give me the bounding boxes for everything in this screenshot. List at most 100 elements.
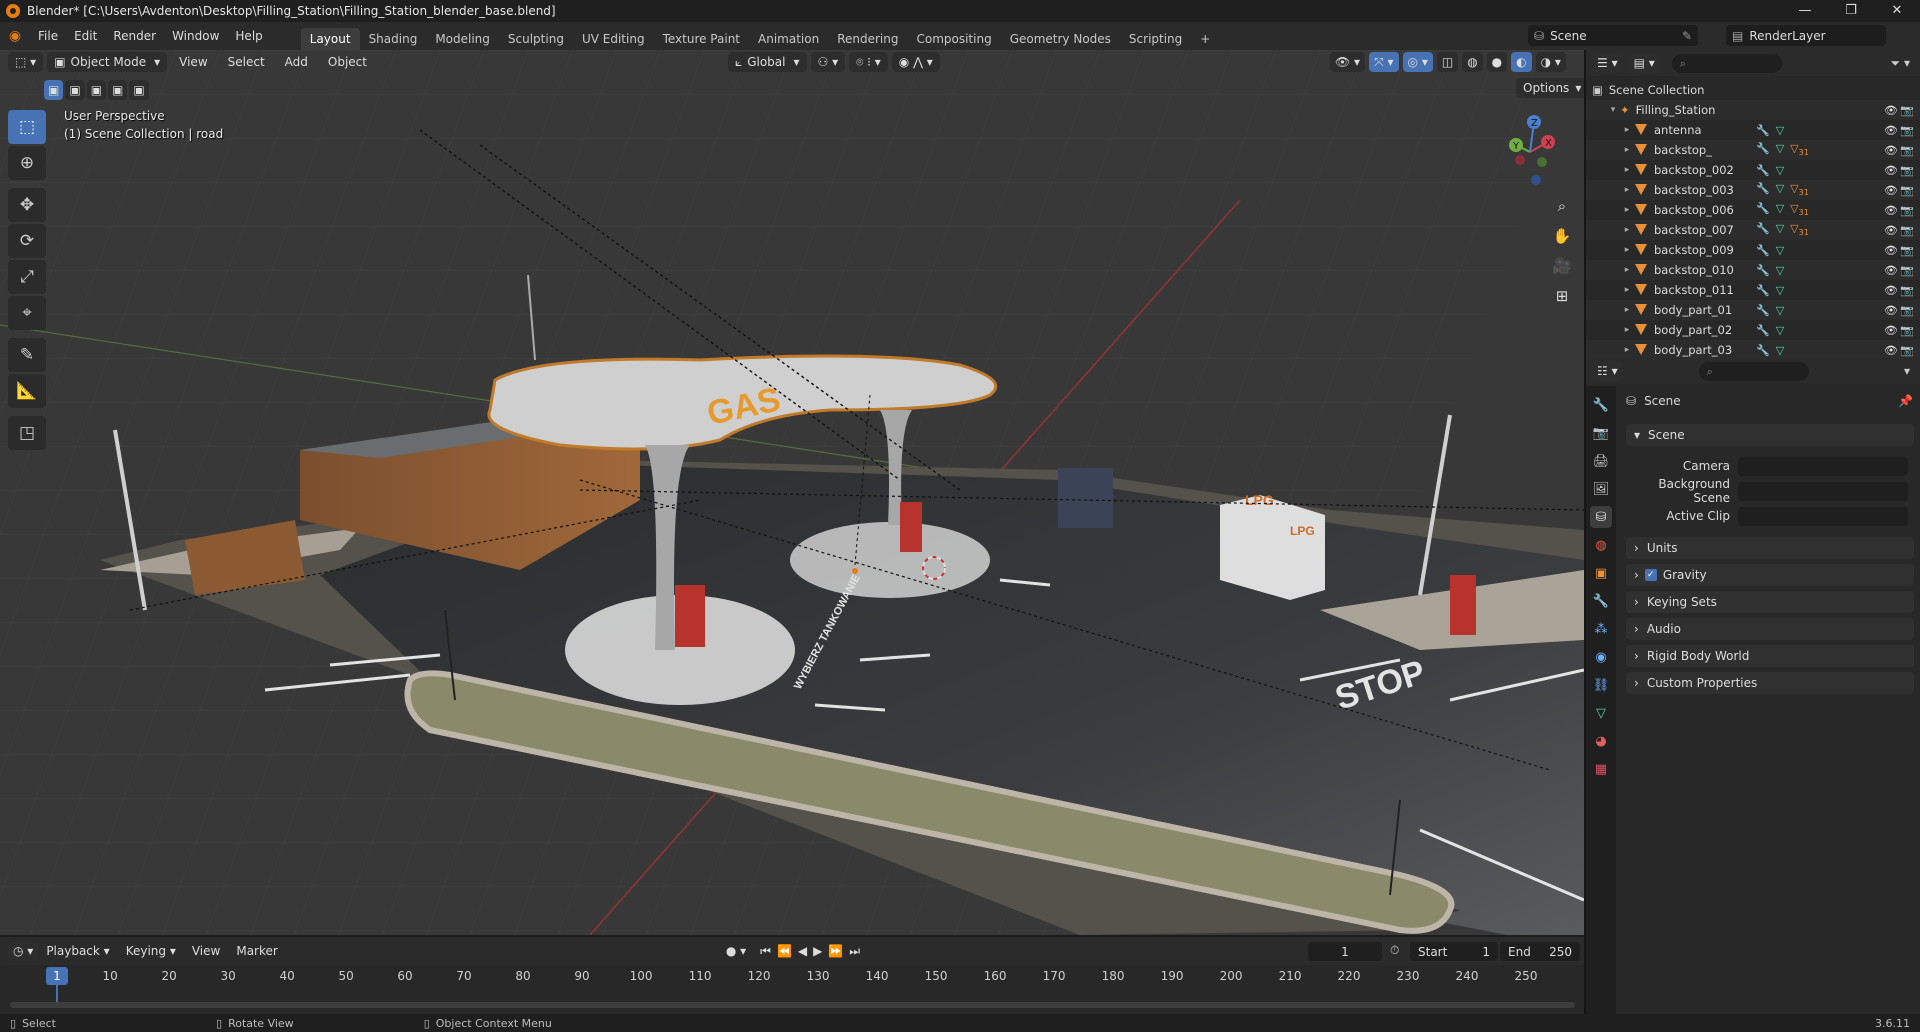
render-camera-icon[interactable]: 📷 (1900, 344, 1914, 357)
rotate-tool-icon[interactable]: ⟳ (8, 224, 46, 258)
background-scene-field[interactable] (1738, 481, 1908, 501)
mesh-data-icon[interactable]: ▽ (1776, 142, 1784, 157)
render-camera-icon[interactable]: 📷 (1900, 164, 1914, 177)
outliner-item[interactable]: ▸ antenna 🔧 ▽ 👁 📷 (1586, 120, 1920, 140)
modifier-wrench-icon[interactable]: 🔧 (1756, 222, 1770, 237)
expand-icon[interactable]: ▸ (1620, 165, 1634, 175)
view-layer-selector[interactable]: ▤ RenderLayer (1726, 25, 1886, 46)
render-camera-icon[interactable]: 📷 (1900, 204, 1914, 217)
menu-file[interactable]: File (30, 22, 66, 50)
modifier-wrench-icon[interactable]: 🔧 (1756, 164, 1770, 177)
outliner-item[interactable]: ▸ backstop_009 🔧 ▽ 👁 📷 (1586, 240, 1920, 260)
visibility-eye-icon[interactable]: 👁 (1884, 144, 1898, 157)
outliner-item[interactable]: ▸ body_part_01 🔧 ▽ 👁 📷 (1586, 300, 1920, 320)
properties-search-input[interactable]: ⌕ (1698, 361, 1809, 381)
scene-selector[interactable]: ⛁ Scene ✎ (1528, 25, 1698, 46)
material-tab-icon[interactable]: ◕ (1590, 730, 1612, 752)
mesh-data-icon[interactable]: ▽ (1776, 304, 1784, 317)
expand-icon[interactable]: ▸ (1620, 305, 1634, 315)
timeline-scrollbar[interactable] (10, 1002, 1575, 1008)
outliner-item[interactable]: ▸ body_part_02 🔧 ▽ 👁 📷 (1586, 320, 1920, 340)
mesh-data-icon[interactable]: ▽ (1776, 324, 1784, 337)
scene-panel-header[interactable]: ▾ Scene (1626, 424, 1914, 446)
object-mode-dropdown[interactable]: ▣ Object Mode ▾ (47, 52, 168, 72)
expand-icon[interactable]: ▸ (1620, 285, 1634, 295)
menu-playback[interactable]: Playback ▾ (38, 941, 117, 961)
select-intersect-icon[interactable]: ▣ (129, 80, 149, 100)
material-shading-icon[interactable]: ◐ (1511, 52, 1532, 72)
blender-menu-icon[interactable]: ◉ (0, 28, 30, 44)
modifier-wrench-icon[interactable]: 🔧 (1756, 124, 1770, 137)
visibility-eye-icon[interactable]: 👁 (1884, 304, 1898, 317)
collection-row[interactable]: ▾ ✦ Filling_Station 👁 📷 (1586, 100, 1920, 120)
visibility-eye-icon[interactable]: 👁 (1884, 344, 1898, 357)
texture-tab-icon[interactable]: ▦ (1590, 758, 1612, 780)
visibility-eye-icon[interactable]: 👁 (1884, 124, 1898, 137)
outliner-item[interactable]: ▸ backstop_010 🔧 ▽ 👁 📷 (1586, 260, 1920, 280)
modifier-wrench-icon[interactable]: 🔧 (1756, 264, 1770, 277)
current-frame-field[interactable]: 1 (1308, 942, 1382, 961)
maximize-button[interactable]: ❐ (1828, 0, 1874, 22)
render-camera-icon[interactable]: 📷 (1900, 244, 1914, 257)
transform-tool-icon[interactable]: ⌖ (8, 296, 46, 330)
snap-button[interactable]: ⌾ ⁝ ▾ (849, 52, 888, 72)
tab-texture-paint[interactable]: Texture Paint (654, 28, 749, 50)
tab-scripting[interactable]: Scripting (1120, 28, 1191, 50)
timeline-editor-type-icon[interactable]: ◷ ▾ (8, 941, 39, 961)
modifier-wrench-icon[interactable]: 🔧 (1756, 304, 1770, 317)
mesh-data-icon[interactable]: ▽ (1776, 164, 1784, 177)
modifier-wrench-icon[interactable]: 🔧 (1756, 142, 1770, 157)
constraints-tab-icon[interactable]: ⛓ (1590, 674, 1612, 696)
expand-icon[interactable]: ▸ (1620, 205, 1634, 215)
expand-icon[interactable]: ▸ (1620, 265, 1634, 275)
menu-view[interactable]: View (171, 52, 215, 72)
modifier-wrench-icon[interactable]: 🔧 (1756, 202, 1770, 217)
menu-object[interactable]: Object (320, 52, 375, 72)
auto-keying-icon[interactable]: ● ▾ (726, 944, 746, 958)
visibility-eye-icon[interactable]: 👁 (1884, 164, 1898, 177)
tab-sculpting[interactable]: Sculpting (499, 28, 573, 50)
camera-view-icon[interactable]: 🎥 (1548, 252, 1576, 280)
visibility-eye-icon[interactable]: 👁 (1884, 324, 1898, 337)
modifier-wrench-icon[interactable]: 🔧 (1756, 284, 1770, 297)
expand-icon[interactable]: ▸ (1620, 145, 1634, 155)
tab-geometry-nodes[interactable]: Geometry Nodes (1001, 28, 1120, 50)
visibility-eye-icon[interactable]: 👁 (1884, 264, 1898, 277)
material-badge-icon[interactable]: ▽31 (1790, 222, 1809, 237)
close-button[interactable]: ✕ (1874, 0, 1920, 22)
menu-view-timeline[interactable]: View (184, 941, 228, 961)
menu-help[interactable]: Help (227, 22, 270, 50)
select-box-tool-icon[interactable]: ⬚ (8, 110, 46, 144)
properties-editor-type-icon[interactable]: ☷ ▾ (1592, 361, 1623, 381)
ortho-grid-icon[interactable]: ⊞ (1548, 282, 1576, 310)
annotate-tool-icon[interactable]: ✎ (8, 338, 46, 372)
cursor-tool-icon[interactable]: ⊕ (8, 146, 46, 180)
outliner-search-input[interactable]: ⌕ (1671, 53, 1782, 73)
visibility-eye-icon[interactable]: 👁 (1884, 284, 1898, 297)
tab-rendering[interactable]: Rendering (828, 28, 907, 50)
scene-tab-icon[interactable]: ⛁ (1590, 506, 1612, 528)
measure-tool-icon[interactable]: 📐 (8, 374, 46, 408)
rigid-body-world-panel-header[interactable]: › Rigid Body World (1626, 645, 1914, 667)
pin-context-icon[interactable]: 📌 (1898, 394, 1913, 408)
select-invert-icon[interactable]: ▣ (108, 80, 128, 100)
visibility-eye-icon[interactable]: 👁 (1884, 104, 1898, 117)
active-clip-field[interactable] (1738, 506, 1908, 526)
physics-tab-icon[interactable]: ◉ (1590, 646, 1612, 668)
render-camera-icon[interactable]: 📷 (1900, 264, 1914, 277)
render-camera-icon[interactable]: 📷 (1900, 144, 1914, 157)
mesh-data-icon[interactable]: ▽ (1776, 222, 1784, 237)
material-badge-icon[interactable]: ▽31 (1790, 142, 1809, 157)
outliner-editor-type-icon[interactable]: ☰ ▾ (1592, 53, 1623, 73)
outliner-item[interactable]: ▸ backstop_003 🔧 ▽ ▽31 👁 📷 (1586, 180, 1920, 200)
outliner-item[interactable]: ▸ body_part_03 🔧 ▽ 👁 📷 (1586, 340, 1920, 360)
mesh-data-icon[interactable]: ▽ (1776, 124, 1784, 137)
data-tab-icon[interactable]: ▽ (1590, 702, 1612, 724)
mesh-data-icon[interactable]: ▽ (1776, 284, 1784, 297)
camera-field[interactable] (1738, 456, 1908, 476)
tab-compositing[interactable]: Compositing (907, 28, 1000, 50)
output-tab-icon[interactable]: 🖨 (1590, 450, 1612, 472)
add-cube-tool-icon[interactable]: ◳ (8, 416, 46, 450)
modifier-wrench-icon[interactable]: 🔧 (1756, 182, 1770, 197)
material-badge-icon[interactable]: ▽31 (1790, 182, 1809, 197)
